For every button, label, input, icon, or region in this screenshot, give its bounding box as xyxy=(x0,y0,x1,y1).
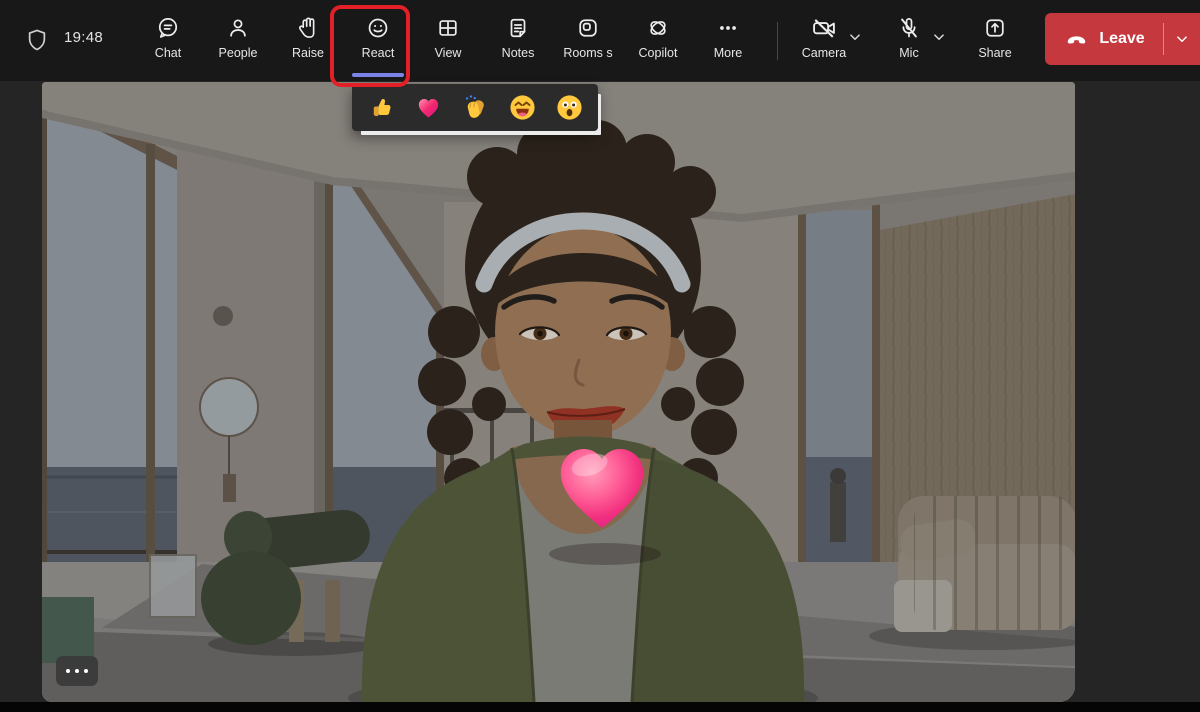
meeting-timer: 19:48 xyxy=(64,29,103,46)
camera-options-chevron[interactable] xyxy=(844,26,866,51)
video-overflow-button[interactable] xyxy=(56,656,98,686)
camera-label: Camera xyxy=(802,46,846,60)
reactions-flyout xyxy=(352,84,598,131)
toolbar-label: React xyxy=(362,46,395,60)
toolbar-items: Chat People xyxy=(133,0,763,82)
share-label: Share xyxy=(978,46,1011,60)
teams-meeting-window: 19:48 Chat People xyxy=(0,0,1200,712)
toolbar-label: Notes xyxy=(502,46,535,60)
leave-label: Leave xyxy=(1099,30,1144,48)
rooms-icon xyxy=(575,13,601,43)
mic-options-chevron[interactable] xyxy=(928,26,950,51)
shield-icon xyxy=(24,26,50,59)
toolbar-button-view[interactable]: View xyxy=(413,0,483,82)
toolbar-label: People xyxy=(219,46,258,60)
chat-icon xyxy=(155,13,181,43)
toolbar-button-notes[interactable]: Notes xyxy=(483,0,553,82)
reaction-thumbs-up-button[interactable] xyxy=(365,92,397,124)
share-icon xyxy=(982,13,1008,43)
reaction-clap-button[interactable] xyxy=(459,92,491,124)
toolbar-button-people[interactable]: People xyxy=(203,0,273,82)
more-icon xyxy=(715,13,741,43)
share-button[interactable]: Share xyxy=(963,0,1027,60)
copilot-icon xyxy=(645,13,671,43)
mic-label: Mic xyxy=(899,46,918,60)
toolbar-label: Copilot xyxy=(639,46,678,60)
hangup-phone-icon xyxy=(1063,26,1090,53)
toolbar-button-react[interactable]: React xyxy=(343,0,413,82)
share-control: Share xyxy=(963,0,1027,82)
avatar-scene xyxy=(42,82,1075,702)
meeting-stage-video xyxy=(42,82,1075,702)
leave-options-chevron[interactable] xyxy=(1164,13,1200,65)
toolbar-label: Rooms s xyxy=(563,46,612,60)
laugh-emoji xyxy=(508,93,537,122)
toolbar-label: More xyxy=(714,46,742,60)
mic-off-icon xyxy=(896,13,922,43)
more-icon xyxy=(66,669,70,673)
toolbar-button-copilot[interactable]: Copilot xyxy=(623,0,693,82)
people-icon xyxy=(225,13,251,43)
toolbar-label: View xyxy=(435,46,462,60)
heart-emoji xyxy=(414,93,443,122)
notes-icon xyxy=(505,13,531,43)
meeting-toolbar: 19:48 Chat People xyxy=(0,0,1200,82)
toolbar-button-rooms[interactable]: Rooms s xyxy=(553,0,623,82)
toolbar-button-more[interactable]: More xyxy=(693,0,763,82)
toolbar-label: Raise xyxy=(292,46,324,60)
surprised-emoji xyxy=(555,93,584,122)
leave-split-button: Leave xyxy=(1045,13,1200,65)
reaction-surprised-button[interactable] xyxy=(553,92,585,124)
toolbar-button-chat[interactable]: Chat xyxy=(133,0,203,82)
camera-off-icon xyxy=(809,13,839,43)
clap-emoji xyxy=(461,93,490,122)
meeting-stage xyxy=(0,82,1200,702)
react-smiley-icon xyxy=(365,13,391,43)
window-bottom-strip xyxy=(0,702,1200,712)
toolbar-button-raise[interactable]: Raise xyxy=(273,0,343,82)
reaction-laugh-button[interactable] xyxy=(506,92,538,124)
thumbs-up-emoji xyxy=(367,93,396,122)
raise-hand-icon xyxy=(295,13,321,43)
active-tab-underline xyxy=(352,73,404,77)
toolbar-divider xyxy=(777,22,778,60)
reaction-heart-button[interactable] xyxy=(412,92,444,124)
leave-button[interactable]: Leave xyxy=(1045,13,1163,65)
toolbar-label: Chat xyxy=(155,46,181,60)
view-grid-icon xyxy=(435,13,461,43)
